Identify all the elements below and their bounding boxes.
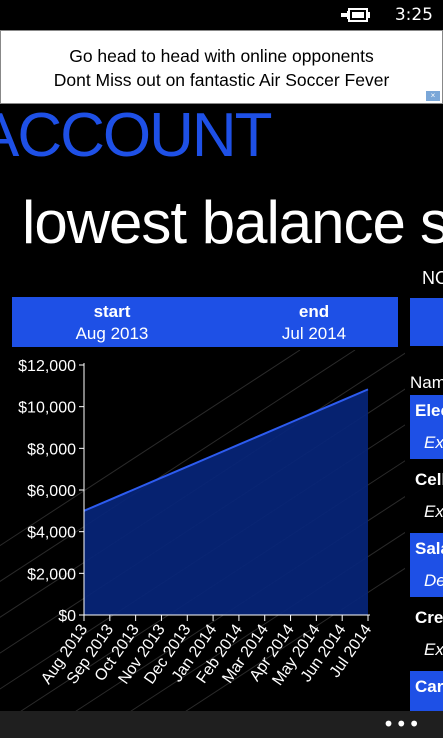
pivot-header-current[interactable]: lowest balance (22, 188, 406, 257)
peek-item-title: Cell (415, 470, 443, 489)
pivot-header-next[interactable]: s (420, 188, 443, 257)
peek-item-sub: Exp (424, 640, 443, 659)
peek-item-sub: Exp (424, 502, 443, 521)
range-start-value: Aug 2013 (75, 324, 149, 343)
app-title: ACCOUNT (0, 101, 273, 170)
range-end[interactable]: end Jul 2014 (224, 301, 404, 345)
range-start[interactable]: start Aug 2013 (22, 301, 202, 345)
peek-name-header: Nam (410, 373, 443, 392)
peek-list-item[interactable]: Elec Exp (410, 395, 443, 459)
y-tick-label: $10,000 (18, 400, 76, 417)
range-end-value: Jul 2014 (281, 324, 347, 343)
y-tick-label: $2,000 (27, 566, 76, 583)
status-bar: 3:25 (0, 0, 443, 30)
y-tick-label: $8,000 (27, 441, 76, 458)
peek-item-title: Sala (415, 539, 443, 558)
peek-list-item[interactable]: Cell Exp (410, 464, 443, 528)
status-time: 3:25 (394, 5, 433, 25)
peek-subtitle: NO (422, 268, 443, 288)
screen: 3:25 Go head to head with online opponen… (0, 0, 443, 738)
peek-item-title: Elec (415, 401, 443, 420)
more-options-icon[interactable]: ••• (383, 714, 421, 734)
ad-text-line-1: Go head to head with online opponents (69, 46, 374, 66)
balance-area (84, 389, 368, 615)
app-bar: ••• (0, 711, 443, 738)
range-start-label: start (93, 302, 131, 321)
date-range-selector[interactable]: start Aug 2013 end Jul 2014 (12, 297, 398, 347)
peek-range-bar[interactable] (410, 298, 443, 346)
y-tick-label: $6,000 (27, 483, 76, 500)
y-tick-label: $12,000 (18, 358, 76, 375)
ad-banner[interactable]: Go head to head with online opponents Do… (0, 30, 443, 104)
y-tick-label: $4,000 (27, 525, 76, 542)
peek-list-item[interactable]: Cre Exp (410, 602, 443, 666)
ad-text-line-2: Dont Miss out on fantastic Air Soccer Fe… (53, 70, 390, 90)
ad-close-icon[interactable]: × (426, 91, 440, 101)
peek-item-title: Car (415, 677, 443, 696)
range-end-label: end (298, 302, 330, 321)
balance-chart: $0 $2,000 $4,000 $6,000 $8,000 $10,000 $12,000… (0, 350, 405, 715)
battery-charging-icon (341, 8, 370, 22)
peek-item-sub: Exp (424, 433, 443, 452)
peek-list-item[interactable]: Sala Dep (410, 533, 443, 597)
peek-item-sub: Dep (424, 571, 443, 590)
next-pivot-peek: NO Nam Elec Exp Cell Exp Sala Dep Cre Ex… (408, 258, 443, 718)
y-tick-label: $0 (58, 608, 76, 625)
peek-item-title: Cre (415, 608, 443, 627)
